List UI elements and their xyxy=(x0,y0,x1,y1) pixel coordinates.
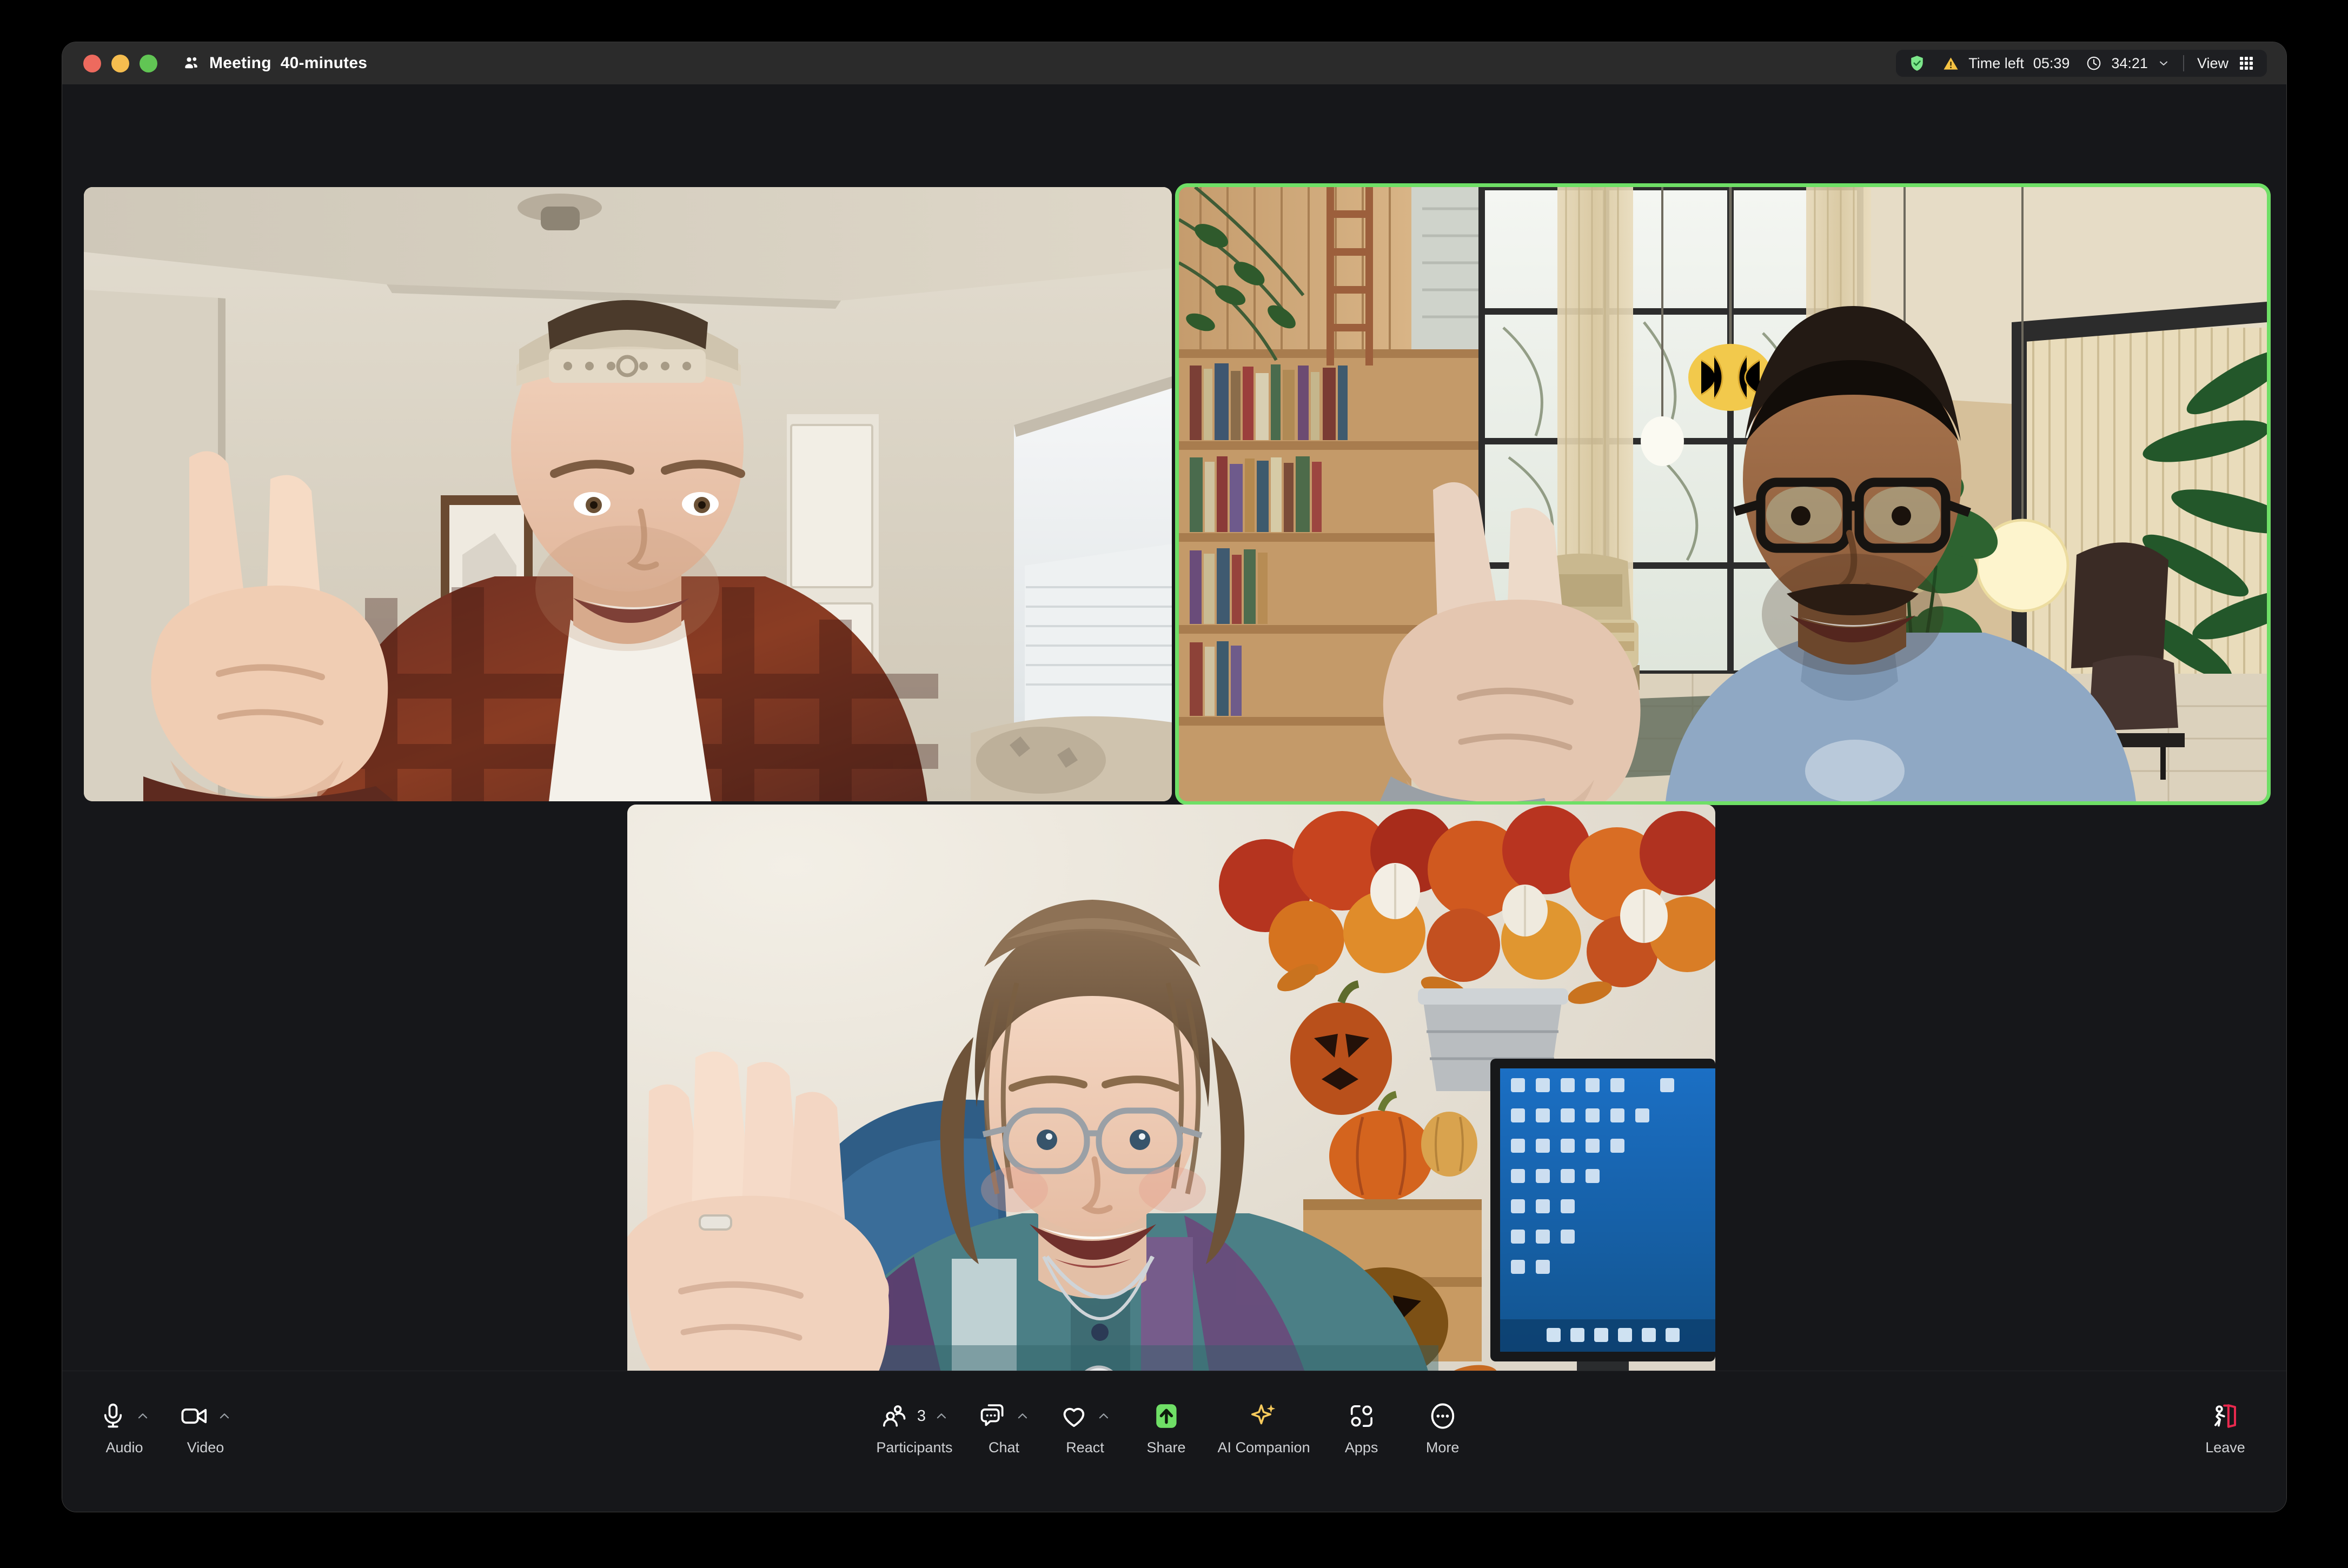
chat-label: Chat xyxy=(988,1439,1019,1456)
minimize-window-button[interactable] xyxy=(111,54,129,72)
ai-companion-button[interactable]: AI Companion xyxy=(1206,1396,1321,1456)
ai-companion-label: AI Companion xyxy=(1217,1439,1310,1456)
participants-icon[interactable] xyxy=(880,1402,908,1430)
elapsed-time-value[interactable]: 34:21 xyxy=(2111,55,2148,72)
time-left-label: Time left xyxy=(1968,55,2024,71)
close-window-button[interactable] xyxy=(83,54,101,72)
more-label: More xyxy=(1425,1439,1460,1456)
share-label: Share xyxy=(1146,1439,1186,1456)
video-gallery: BM xyxy=(62,84,2286,1419)
traffic-light-group xyxy=(83,54,157,72)
warning-triangle-icon xyxy=(1942,55,1959,72)
video-button[interactable]: Video xyxy=(165,1396,246,1456)
chat-bubble-icon[interactable] xyxy=(978,1402,1006,1430)
status-divider xyxy=(2183,55,2184,71)
microphone-icon[interactable] xyxy=(99,1402,127,1430)
video-feed-1 xyxy=(84,187,1172,801)
chat-button[interactable]: Chat xyxy=(963,1396,1044,1456)
leave-button[interactable]: Leave xyxy=(2185,1396,2266,1456)
sparkle-icon[interactable] xyxy=(1249,1401,1278,1431)
participants-label: Participants xyxy=(876,1439,953,1456)
titlebar: Meeting 40-minutes Time left 05:39 34:21… xyxy=(62,42,2286,84)
participant-tile-top-left[interactable] xyxy=(84,187,1172,801)
meeting-title: Meeting xyxy=(209,54,271,72)
participant-tile-top-right[interactable] xyxy=(1179,187,2267,801)
time-left-value: 05:39 xyxy=(2033,55,2070,71)
meeting-subtitle: 40-minutes xyxy=(280,54,368,72)
share-button[interactable]: Share xyxy=(1125,1396,1206,1456)
react-label: React xyxy=(1066,1439,1104,1456)
heart-icon[interactable] xyxy=(1059,1402,1087,1430)
video-feed-2 xyxy=(1179,187,2267,801)
meeting-title-group: Meeting 40-minutes xyxy=(183,54,367,72)
more-ellipsis-icon[interactable] xyxy=(1428,1401,1457,1431)
video-label: Video xyxy=(187,1439,224,1456)
toolbar-left-group: Audio Video xyxy=(84,1396,246,1456)
leave-label: Leave xyxy=(2205,1439,2245,1456)
video-feed-3: BM xyxy=(627,805,1715,1419)
toolbar-center-group: 3 Participants Chat React Share AI Compa… xyxy=(865,1396,1483,1456)
more-button[interactable]: More xyxy=(1402,1396,1483,1456)
apps-label: Apps xyxy=(1344,1439,1378,1456)
audio-label: Audio xyxy=(105,1439,143,1456)
view-label[interactable]: View xyxy=(2197,55,2228,72)
grid-view-icon[interactable] xyxy=(2238,55,2255,72)
participants-group-icon xyxy=(183,54,201,72)
maximize-window-button[interactable] xyxy=(140,54,157,72)
participants-options-caret-icon[interactable] xyxy=(934,1409,949,1423)
participants-button[interactable]: 3 Participants xyxy=(865,1396,963,1456)
react-button[interactable]: React xyxy=(1044,1396,1125,1456)
audio-button[interactable]: Audio xyxy=(84,1396,165,1456)
meeting-toolbar: Audio Video 3 Participants Chat React Sh… xyxy=(62,1371,2286,1512)
shield-check-icon[interactable] xyxy=(1908,54,1926,72)
chat-options-caret-icon[interactable] xyxy=(1015,1409,1029,1423)
leave-door-icon[interactable] xyxy=(2211,1401,2240,1431)
clock-icon xyxy=(2086,55,2102,71)
apps-icon[interactable] xyxy=(1348,1402,1376,1430)
share-screen-icon[interactable] xyxy=(1151,1401,1181,1431)
participants-count: 3 xyxy=(917,1407,926,1425)
meeting-status-bar: Time left 05:39 34:21 View xyxy=(1896,50,2267,77)
chevron-down-icon[interactable] xyxy=(2157,57,2170,70)
video-options-caret-icon[interactable] xyxy=(217,1409,231,1423)
zoom-meeting-window: Meeting 40-minutes Time left 05:39 34:21… xyxy=(62,42,2286,1512)
react-options-caret-icon[interactable] xyxy=(1096,1409,1110,1423)
toolbar-right-group: Leave xyxy=(2185,1396,2266,1456)
apps-button[interactable]: Apps xyxy=(1321,1396,1402,1456)
participant-tile-bottom-center[interactable]: BM xyxy=(627,805,1715,1419)
audio-options-caret-icon[interactable] xyxy=(136,1409,150,1423)
camera-icon[interactable] xyxy=(180,1401,209,1431)
